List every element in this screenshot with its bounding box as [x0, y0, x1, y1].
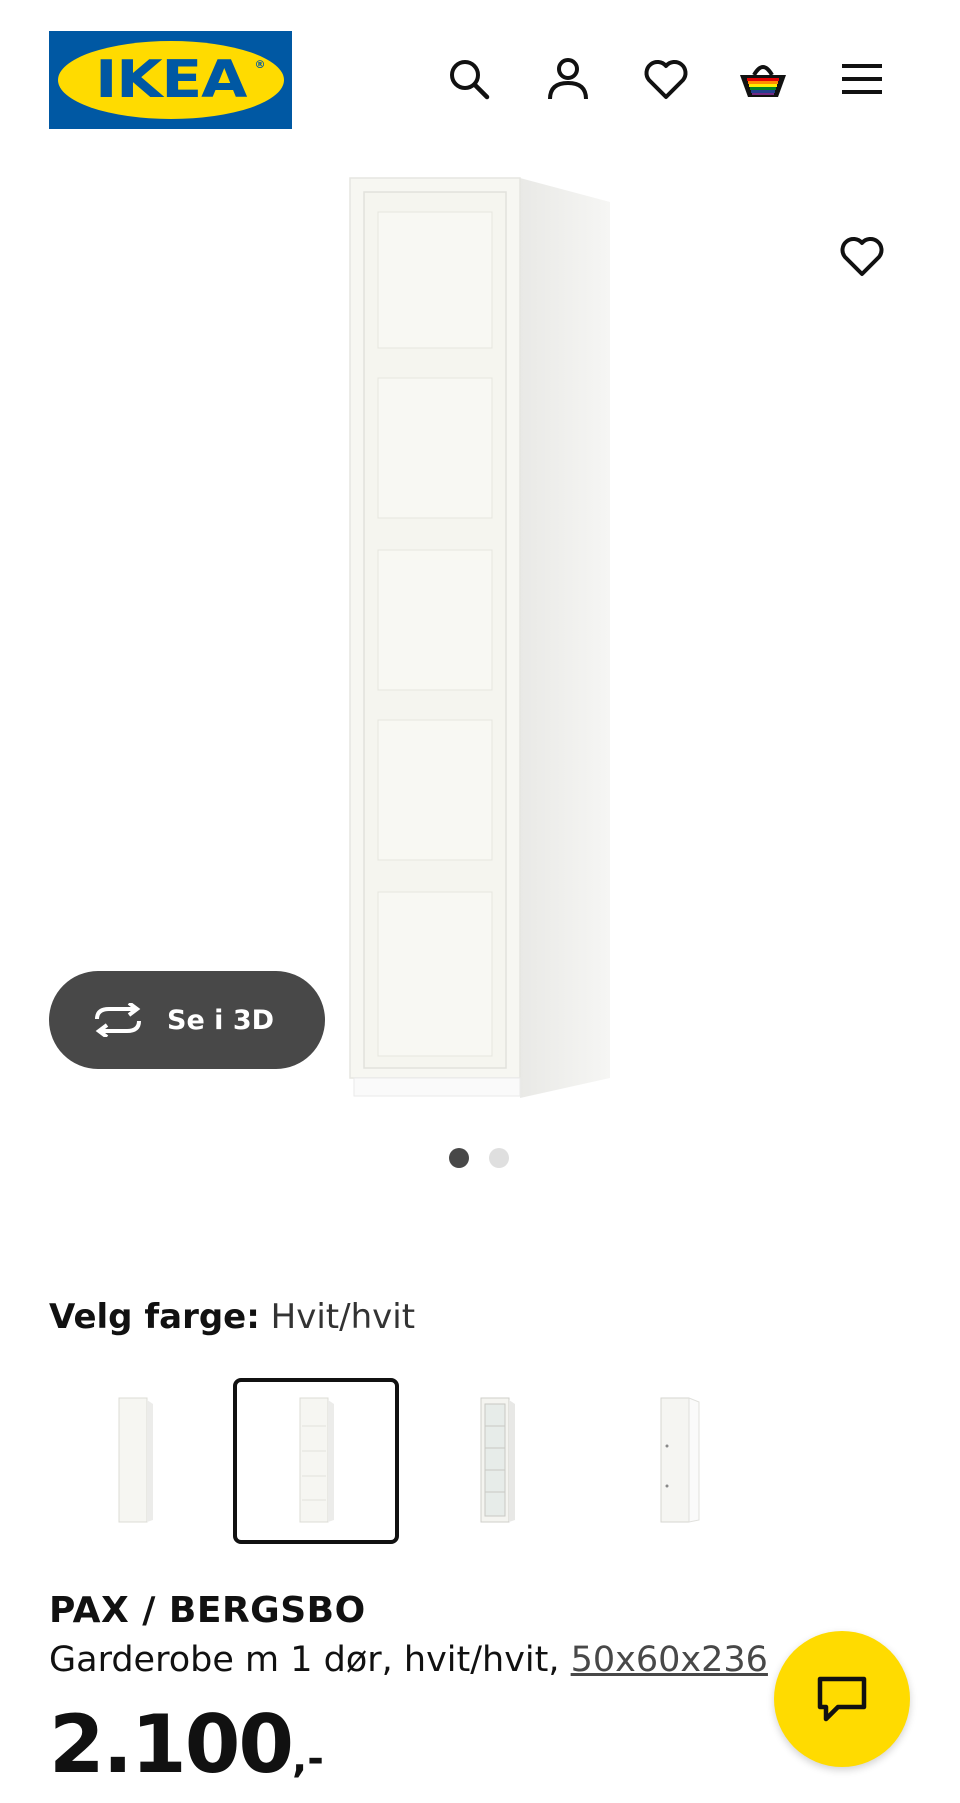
swatch-frame-only[interactable]: [595, 1378, 761, 1544]
carousel-dot-2[interactable]: [489, 1148, 509, 1168]
product-price: 2.100,-: [49, 1705, 324, 1785]
swatch-glass-door[interactable]: [414, 1378, 580, 1544]
selected-color-value: Hvit/hvit: [270, 1297, 416, 1337]
see-in-3d-button[interactable]: Se i 3D: [49, 971, 325, 1069]
price-suffix: ,-: [292, 1736, 324, 1782]
logo-registered-mark: ®: [254, 58, 266, 71]
product-description-text: Garderobe m 1 dør, hvit/hvit,: [49, 1640, 571, 1680]
color-picker-label: Velg farge: Hvit/hvit: [49, 1297, 415, 1337]
chat-bubble-icon: [816, 1675, 868, 1723]
product-name: PAX / BERGSBO: [49, 1590, 366, 1631]
rotate-3d-icon: [91, 1003, 145, 1037]
menu-icon[interactable]: [834, 51, 890, 107]
swatch-white-white[interactable]: [233, 1378, 399, 1544]
chat-button[interactable]: [774, 1631, 910, 1767]
search-icon[interactable]: [441, 51, 497, 107]
color-label-prefix: Velg farge:: [49, 1297, 260, 1337]
heart-icon[interactable]: [638, 51, 694, 107]
price-value: 2.100: [49, 1698, 294, 1791]
logo-oval: IKEA ®: [57, 41, 284, 119]
ikea-logo[interactable]: IKEA ®: [49, 31, 292, 129]
see-in-3d-label: Se i 3D: [167, 1004, 275, 1036]
gallery-favorite-heart-icon[interactable]: [834, 228, 890, 284]
profile-icon[interactable]: [540, 51, 596, 107]
swatch-white-door[interactable]: [52, 1378, 218, 1544]
carousel-dot-1[interactable]: [449, 1148, 469, 1168]
basket-icon[interactable]: [735, 51, 791, 107]
logo-text: IKEA: [94, 50, 247, 110]
product-dimensions-link[interactable]: 50x60x236: [571, 1640, 768, 1680]
product-description: Garderobe m 1 dør, hvit/hvit, 50x60x236: [49, 1640, 768, 1680]
product-image: [340, 170, 640, 1110]
